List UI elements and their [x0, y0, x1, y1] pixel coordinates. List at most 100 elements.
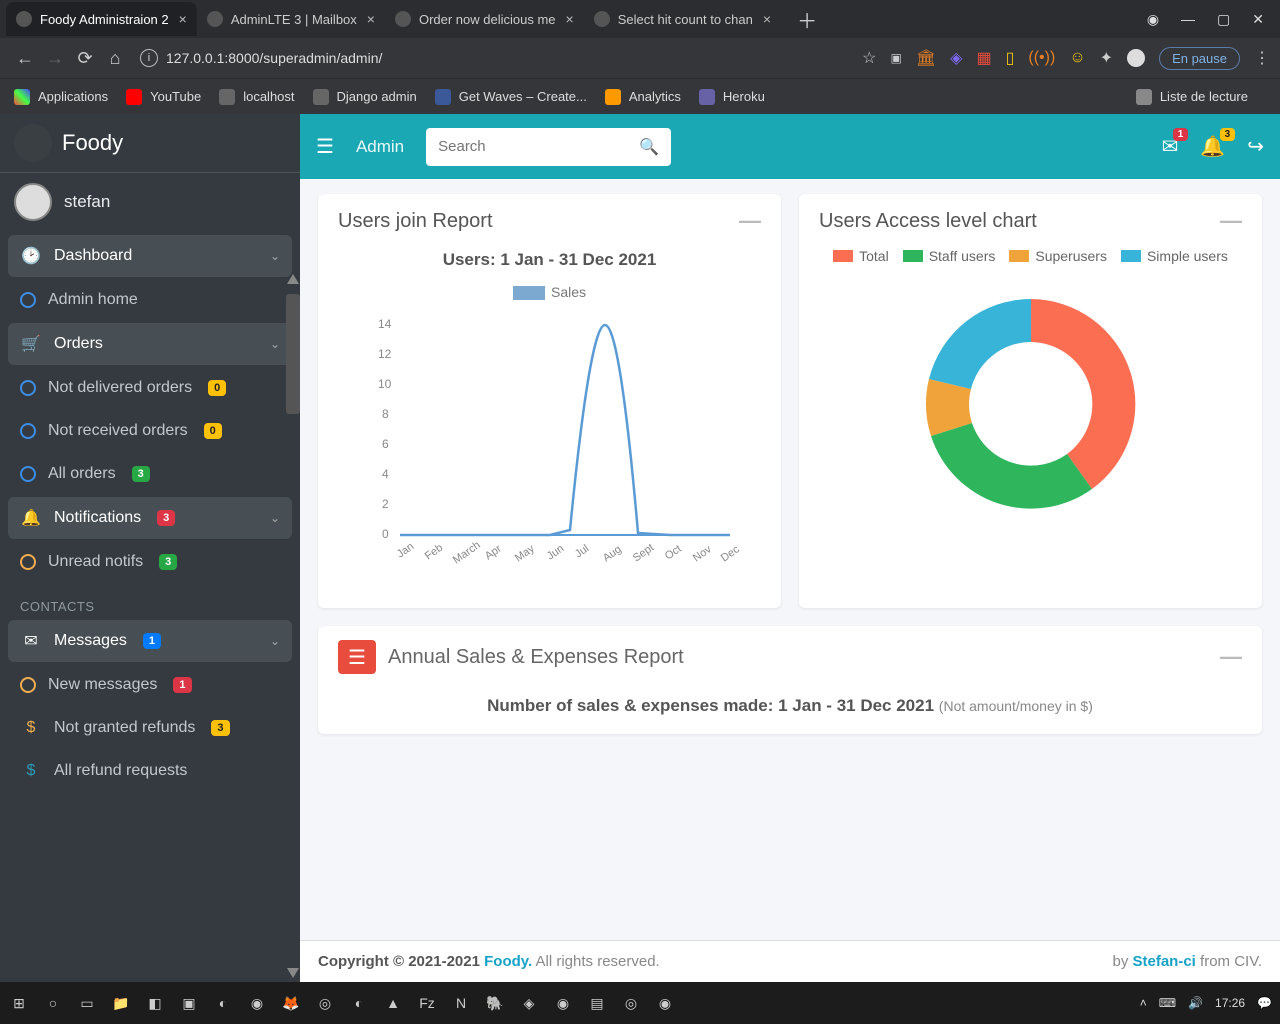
collapse-icon[interactable]: — [739, 208, 761, 234]
sidebar-item-not-received[interactable]: Not received orders 0 [8, 411, 292, 451]
sidebar-item-orders[interactable]: 🛒 Orders ⌄ [8, 323, 292, 365]
bookmark-django[interactable]: Django admin [313, 89, 417, 105]
scrollbar-thumb[interactable] [286, 294, 300, 414]
annual-subtitle: Number of sales & expenses made: 1 Jan -… [338, 696, 1242, 716]
browser-tab-3[interactable]: Select hit count to chan× [584, 2, 781, 36]
reading-list[interactable]: Liste de lecture [1136, 89, 1248, 105]
browser-tab-1[interactable]: AdminLTE 3 | Mailbox× [197, 2, 385, 36]
bookmark-waves[interactable]: Get Waves – Create... [435, 89, 587, 105]
svg-text:Oct: Oct [662, 543, 683, 563]
sidebar-item-all-orders[interactable]: All orders 3 [8, 454, 292, 494]
close-icon[interactable]: × [179, 11, 187, 27]
bookmark-localhost[interactable]: localhost [219, 89, 294, 105]
app-icon[interactable]: ◉ [552, 992, 574, 1014]
hamburger-icon[interactable]: ☰ [316, 134, 334, 159]
address-bar[interactable]: i 127.0.0.1:8000/superadmin/admin/ [140, 49, 382, 67]
admin-link[interactable]: Admin [356, 137, 404, 157]
volume-icon[interactable]: 🔊 [1188, 996, 1203, 1010]
app-icon[interactable]: ▤ [586, 992, 608, 1014]
extensions-icon[interactable]: ✦ [1100, 48, 1113, 68]
menu-icon[interactable]: ⋮ [1254, 48, 1270, 68]
obs-icon[interactable]: ◉ [654, 992, 676, 1014]
collapse-icon[interactable]: — [1220, 644, 1242, 670]
app-icon[interactable]: 🐘 [484, 992, 506, 1014]
record-icon[interactable]: ◉ [1147, 11, 1159, 28]
search-input[interactable]: 🔍 [426, 128, 671, 166]
app-icon[interactable]: ◧ [144, 992, 166, 1014]
back-button[interactable]: ← [10, 48, 40, 69]
profile-avatar[interactable] [1127, 49, 1145, 67]
bell-icon[interactable]: 🔔3 [1200, 134, 1225, 159]
bookmark-analytics[interactable]: Analytics [605, 89, 681, 105]
sidebar-item-unread[interactable]: Unread notifs 3 [8, 542, 292, 582]
brand[interactable]: Foody [0, 114, 300, 173]
forward-button[interactable]: → [40, 48, 70, 69]
svg-text:6: 6 [382, 437, 389, 451]
search-field[interactable] [438, 138, 639, 155]
bookmark-heroku[interactable]: Heroku [699, 89, 765, 105]
minimize-icon[interactable]: — [1181, 11, 1195, 27]
pause-badge[interactable]: En pause [1159, 47, 1240, 70]
filezilla-icon[interactable]: Fz [416, 992, 438, 1014]
app-icon[interactable]: ◈ [518, 992, 540, 1014]
notification-center-icon[interactable]: 💬 [1257, 996, 1272, 1010]
app-icon[interactable]: ◎ [314, 992, 336, 1014]
reload-button[interactable]: ⟳ [70, 48, 100, 69]
app-icon[interactable]: ◎ [620, 992, 642, 1014]
close-icon[interactable]: × [367, 11, 375, 27]
new-tab-button[interactable]: ＋ [789, 5, 825, 34]
ext-icon[interactable]: ((•)) [1028, 49, 1055, 67]
sidebar-item-all-refunds[interactable]: $ All refund requests [8, 751, 292, 791]
info-icon[interactable]: i [140, 49, 158, 67]
browser-chrome: Foody Administraion 2× AdminLTE 3 | Mail… [0, 0, 1280, 114]
tray-chevron-icon[interactable]: ˄ [1140, 996, 1147, 1010]
logout-icon[interactable]: ↪ [1247, 134, 1264, 159]
bookmark-youtube[interactable]: YouTube [126, 89, 201, 105]
sidebar-item-not-delivered[interactable]: Not delivered orders 0 [8, 368, 292, 408]
user-row[interactable]: stefan [0, 173, 300, 235]
star-icon[interactable]: ☆ [862, 48, 876, 68]
app-icon[interactable]: ▲ [382, 992, 404, 1014]
ext-icon[interactable]: ▯ [1006, 48, 1015, 68]
task-view-icon[interactable]: ▭ [76, 992, 98, 1014]
browser-tab-0[interactable]: Foody Administraion 2× [6, 2, 197, 36]
sidebar-item-new-messages[interactable]: New messages 1 [8, 665, 292, 705]
app-icon[interactable]: ▣ [178, 992, 200, 1014]
sidebar-item-not-granted[interactable]: $ Not granted refunds 3 [8, 708, 292, 748]
sidebar-item-admin-home[interactable]: Admin home [8, 280, 292, 320]
app-icon[interactable]: ◐ [348, 992, 370, 1014]
sidebar-item-dashboard[interactable]: 🕑 Dashboard ⌄ [8, 235, 292, 277]
home-button[interactable]: ⌂ [100, 48, 130, 69]
mail-icon[interactable]: ✉1 [1162, 134, 1179, 159]
collapse-icon[interactable]: — [1220, 208, 1242, 234]
scroll-down-icon[interactable] [287, 968, 299, 978]
windows-start-icon[interactable]: ⊞ [8, 992, 30, 1014]
close-icon[interactable]: × [566, 11, 574, 27]
search-icon[interactable]: 🔍 [639, 137, 659, 157]
ext-icon[interactable]: ☺ [1069, 49, 1085, 67]
ext-icon[interactable]: ▣ [890, 51, 901, 65]
chart-title: Users: 1 Jan - 31 Dec 2021 [338, 250, 761, 270]
footer-author-link[interactable]: Stefan-ci [1133, 953, 1196, 970]
sidebar-item-messages[interactable]: ✉ Messages 1 ⌄ [8, 620, 292, 662]
maximize-icon[interactable]: ▢ [1217, 11, 1230, 28]
close-icon[interactable]: × [763, 11, 771, 27]
firefox-icon[interactable]: 🦊 [280, 992, 302, 1014]
bookmark-applications[interactable]: Applications [14, 89, 108, 105]
browser-tab-2[interactable]: Order now delicious me× [385, 2, 584, 36]
clock[interactable]: 17:26 [1215, 996, 1245, 1010]
explorer-icon[interactable]: 📁 [110, 992, 132, 1014]
app-icon[interactable]: ◐ [212, 992, 234, 1014]
footer-brand-link[interactable]: Foody. [484, 953, 532, 970]
app-icon[interactable]: N [450, 992, 472, 1014]
mail-badge: 1 [1173, 128, 1189, 141]
ext-icon[interactable]: ▦ [976, 48, 991, 68]
scroll-up-icon[interactable] [287, 274, 299, 284]
close-window-icon[interactable]: ✕ [1252, 11, 1264, 28]
ext-icon[interactable]: ◈ [950, 48, 962, 68]
cortana-icon[interactable]: ○ [42, 992, 64, 1014]
sidebar-item-notifications[interactable]: 🔔 Notifications 3 ⌄ [8, 497, 292, 539]
ext-icon[interactable]: 🏛 [916, 48, 936, 68]
chrome-icon[interactable]: ◉ [246, 992, 268, 1014]
keyboard-icon[interactable]: ⌨ [1159, 996, 1176, 1010]
